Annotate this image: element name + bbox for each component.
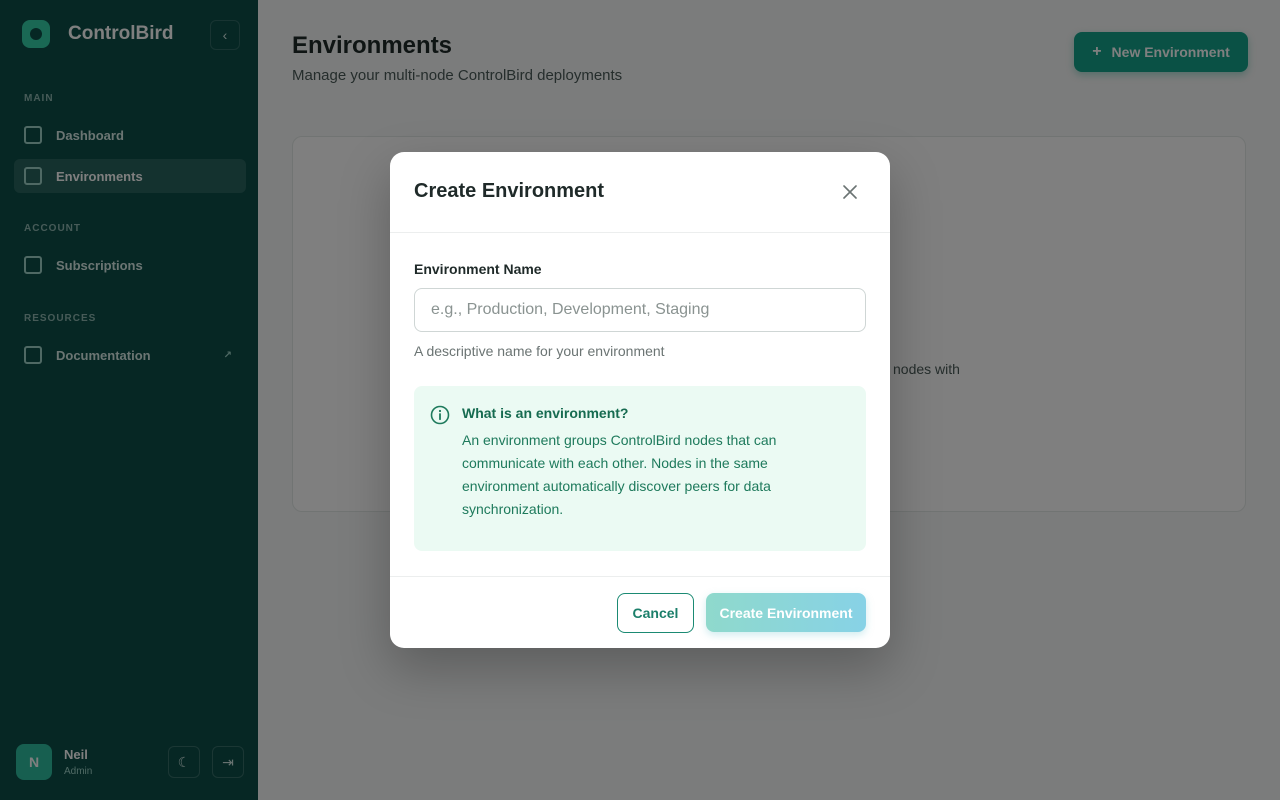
modal-body: Environment Name A descriptive name for …	[390, 233, 890, 576]
environment-name-label: Environment Name	[414, 261, 542, 277]
info-box: What is an environment? An environment g…	[414, 386, 866, 551]
cancel-button[interactable]: Cancel	[617, 593, 694, 633]
modal-header: Create Environment	[390, 152, 890, 233]
create-environment-button[interactable]: Create Environment	[706, 593, 866, 632]
close-button[interactable]	[838, 180, 862, 204]
close-icon	[843, 185, 857, 199]
info-title: What is an environment?	[462, 405, 629, 421]
environment-name-help: A descriptive name for your environment	[414, 343, 665, 359]
info-icon	[430, 405, 450, 425]
modal-title: Create Environment	[414, 180, 605, 202]
info-text: An environment groups ControlBird nodes …	[462, 432, 777, 517]
create-environment-modal: Create Environment Environment Name A de…	[390, 152, 890, 648]
environment-name-input[interactable]	[414, 288, 866, 332]
modal-footer: Cancel Create Environment	[390, 576, 890, 648]
